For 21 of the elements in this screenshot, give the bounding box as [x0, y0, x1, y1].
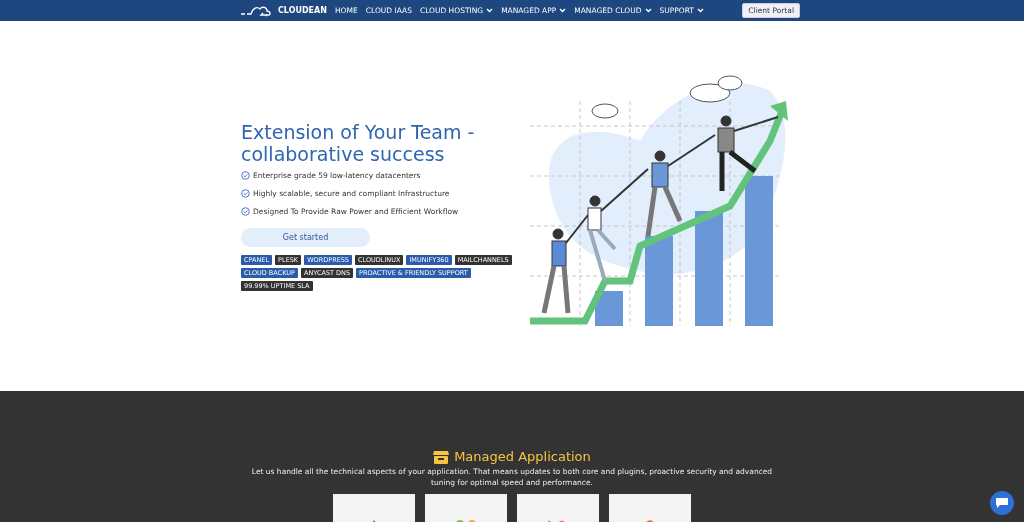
cloud-drawing — [591, 103, 619, 118]
chevron-down-icon — [644, 8, 652, 13]
app-card[interactable] — [517, 494, 599, 522]
chevron-down-icon — [559, 8, 567, 13]
chart-bar — [595, 290, 623, 326]
chat-button[interactable] — [990, 491, 1014, 515]
store-icon — [433, 449, 450, 464]
check-circle-icon — [241, 171, 250, 180]
brand-name[interactable]: CLOUDEAN — [278, 6, 327, 15]
speech-bubble-icon — [996, 498, 1008, 508]
chevron-down-icon — [486, 8, 494, 13]
cloud-drawing — [689, 75, 743, 102]
app-card[interactable] — [609, 494, 691, 522]
check-circle-icon — [241, 207, 250, 216]
section-title: Managed Application — [454, 449, 591, 464]
hero-title: Extension of Your Team - collaborative success — [241, 121, 476, 165]
chevron-down-icon — [696, 8, 704, 13]
get-started-button[interactable]: Get started — [241, 228, 370, 247]
check-circle-icon — [241, 189, 250, 198]
app-card[interactable] — [425, 494, 507, 522]
app-card[interactable] — [333, 494, 415, 522]
